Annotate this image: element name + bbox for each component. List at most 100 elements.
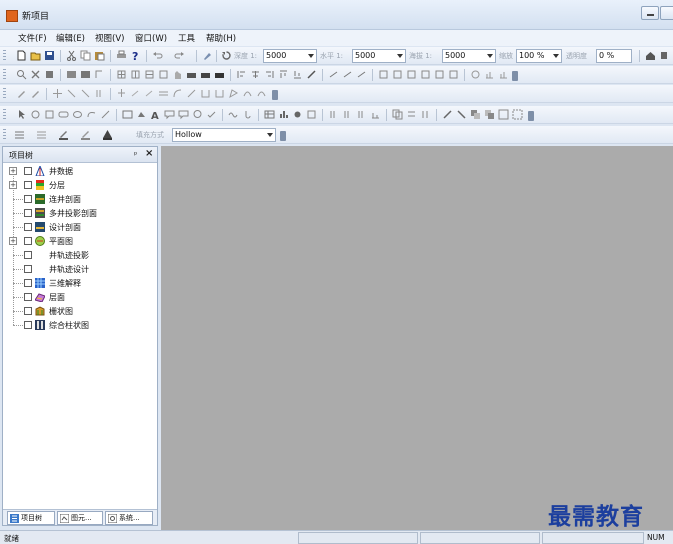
fill-tool-2-icon[interactable]: [200, 69, 211, 80]
zoom-icon[interactable]: [16, 69, 27, 80]
link-tool-2-icon[interactable]: [342, 69, 353, 80]
undo-icon[interactable]: [152, 50, 163, 61]
bracket-tool-icon[interactable]: [200, 88, 211, 99]
hook-tool-icon[interactable]: [242, 109, 253, 120]
layer-down-icon[interactable]: [484, 109, 495, 120]
line-color-icon[interactable]: [58, 129, 69, 140]
node-checkbox[interactable]: [24, 265, 32, 273]
image-tool-icon[interactable]: [122, 109, 133, 120]
document-workspace[interactable]: [161, 146, 673, 532]
group-icon[interactable]: [498, 109, 509, 120]
tree-node-composite-column[interactable]: 综合柱状图: [3, 318, 157, 332]
node-checkbox[interactable]: [24, 223, 32, 231]
anchor-tool-icon[interactable]: [116, 88, 127, 99]
column-tool-4-icon[interactable]: [370, 109, 381, 120]
distribute-icon[interactable]: [306, 69, 317, 80]
toolbar-grip[interactable]: [3, 88, 6, 100]
cut-icon[interactable]: [66, 50, 77, 61]
ungroup-icon[interactable]: [512, 109, 523, 120]
node-checkbox[interactable]: [24, 181, 32, 189]
pencil-icon[interactable]: [16, 88, 27, 99]
expand-icon[interactable]: +: [9, 167, 17, 175]
node-checkbox[interactable]: [24, 279, 32, 287]
save-icon[interactable]: [44, 50, 55, 61]
zoom-combo[interactable]: 100 %: [516, 49, 562, 63]
hline-tool-icon[interactable]: [158, 88, 169, 99]
shape-tool-icon[interactable]: [470, 69, 481, 80]
help-question-icon[interactable]: ?: [130, 50, 141, 61]
tab-graphic-elements[interactable]: 图元...: [57, 511, 103, 525]
depth-scale-combo[interactable]: 5000: [263, 49, 317, 63]
compare-icon[interactable]: [406, 109, 417, 120]
pin-icon[interactable]: ᵖ: [134, 150, 137, 159]
rounded-rect-tool-icon[interactable]: [58, 109, 69, 120]
menu-tools[interactable]: 工具: [178, 32, 195, 44]
bar-chart-tool-icon[interactable]: [278, 109, 289, 120]
tab-project-tree[interactable]: 项目树: [7, 511, 55, 525]
curve-tool-icon[interactable]: [172, 88, 183, 99]
column-tool-3-icon[interactable]: [356, 109, 367, 120]
wave-tool-icon[interactable]: [228, 109, 239, 120]
fill-tool-3-icon[interactable]: [214, 69, 225, 80]
expand-icon[interactable]: +: [9, 237, 17, 245]
tree-node-plan-map[interactable]: + 平面图: [3, 234, 157, 248]
diagonal-line-icon[interactable]: [100, 109, 111, 120]
tree-node-well-section[interactable]: 连井剖面: [3, 192, 157, 206]
table-tool-icon[interactable]: [264, 109, 275, 120]
marker-tool-icon[interactable]: [94, 69, 105, 80]
link-tool-3-icon[interactable]: [356, 69, 367, 80]
node-checkbox[interactable]: [24, 293, 32, 301]
frame-tool-4-icon[interactable]: [420, 69, 431, 80]
line-style-icon[interactable]: [14, 129, 25, 140]
bracket-tool-2-icon[interactable]: [214, 88, 225, 99]
toolbar-grip[interactable]: [3, 129, 6, 141]
pointer-icon[interactable]: [16, 109, 27, 120]
toolbar-grip[interactable]: [3, 109, 6, 121]
arc-tool-icon[interactable]: [242, 88, 253, 99]
layer-up-icon[interactable]: [470, 109, 481, 120]
node-checkbox[interactable]: [24, 321, 32, 329]
stats-tool-2-icon[interactable]: [498, 69, 509, 80]
link-tool-icon[interactable]: [328, 69, 339, 80]
copy-style-icon[interactable]: [392, 109, 403, 120]
align-center-icon[interactable]: [250, 69, 261, 80]
menu-view[interactable]: 视图(V): [95, 32, 124, 44]
brush-icon[interactable]: [202, 50, 213, 61]
paste-icon[interactable]: [94, 50, 105, 61]
line-tool-2-icon[interactable]: [80, 88, 91, 99]
new-file-icon[interactable]: [16, 50, 27, 61]
symbol-tool-icon[interactable]: [136, 109, 147, 120]
fill-tool-icon[interactable]: [186, 69, 197, 80]
sort-icon[interactable]: [420, 109, 431, 120]
tree-node-multi-well-projection[interactable]: 多井投影剖面: [3, 206, 157, 220]
menu-help[interactable]: 帮助(H): [206, 32, 236, 44]
tab-system[interactable]: 系统...: [105, 511, 153, 525]
redo-icon[interactable]: [174, 50, 185, 61]
dot-tool-icon[interactable]: [292, 109, 303, 120]
frame-tool-6-icon[interactable]: [448, 69, 459, 80]
lasso-tool-icon[interactable]: [86, 109, 97, 120]
delete-icon[interactable]: [30, 69, 41, 80]
align-right-icon[interactable]: [264, 69, 275, 80]
toolbar-overflow-icon[interactable]: [528, 111, 534, 121]
tree-node-horizon[interactable]: 层面: [3, 290, 157, 304]
tree-node-design-section[interactable]: 设计剖面: [3, 220, 157, 234]
close-icon[interactable]: ×: [145, 148, 153, 159]
layer-tool-icon[interactable]: [80, 69, 91, 80]
menu-file[interactable]: 文件(F): [18, 32, 47, 44]
menu-window[interactable]: 窗口(W): [135, 32, 167, 44]
node-checkbox[interactable]: [24, 251, 32, 259]
align-left-icon[interactable]: [236, 69, 247, 80]
align-bottom-icon[interactable]: [292, 69, 303, 80]
node-checkbox[interactable]: [24, 167, 32, 175]
menu-edit[interactable]: 编辑(E): [56, 32, 85, 44]
toolbar-grip[interactable]: [3, 69, 6, 81]
well-tool-icon[interactable]: [66, 69, 77, 80]
tree-node-layering[interactable]: + 分层: [3, 178, 157, 192]
text-color-icon[interactable]: [102, 129, 113, 140]
tree-node-trajectory-design[interactable]: 井轨迹设计: [3, 262, 157, 276]
frame-tool-icon[interactable]: [378, 69, 389, 80]
callout-2-tool-icon[interactable]: [178, 109, 189, 120]
fill-color-icon[interactable]: [80, 129, 91, 140]
node-checkbox[interactable]: [24, 209, 32, 217]
